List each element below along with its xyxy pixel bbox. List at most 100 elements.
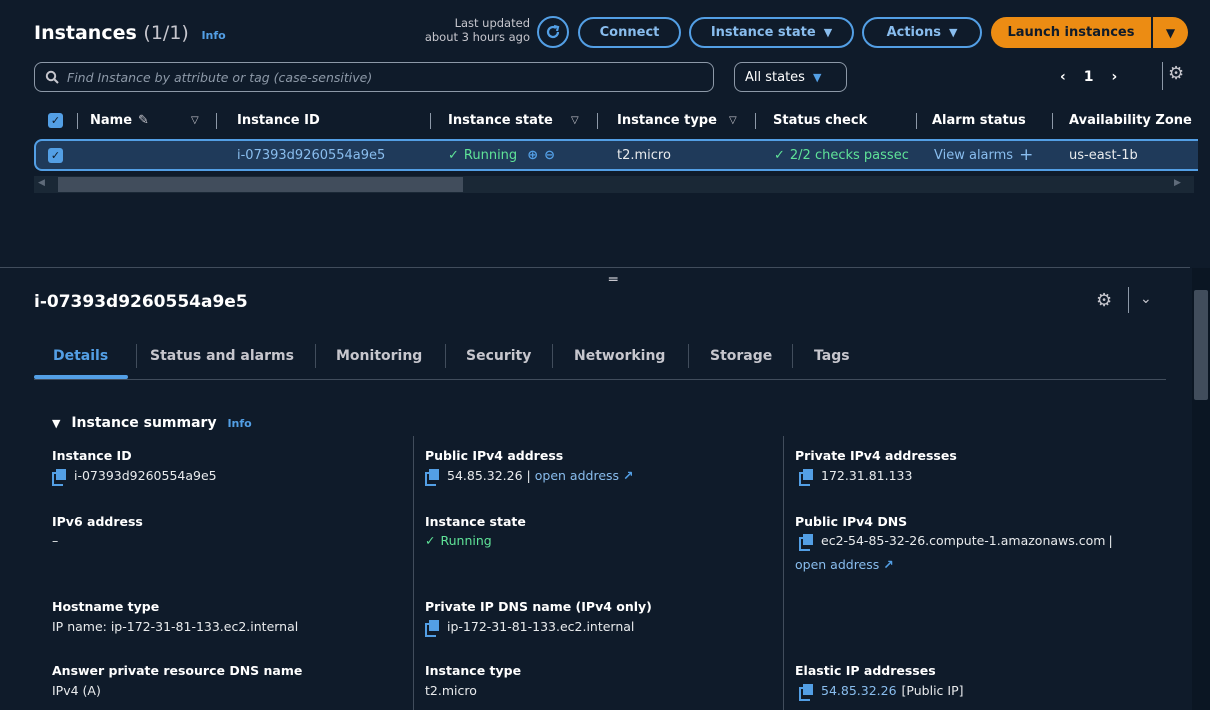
copy-icon[interactable] bbox=[799, 533, 813, 551]
info-link[interactable]: Info bbox=[201, 29, 225, 42]
table-header: ✓ Name ✎ ▽ Instance ID Instance state ▽ … bbox=[34, 107, 1194, 134]
instance-id-link[interactable]: i-07393d9260554a9e5 bbox=[237, 141, 385, 169]
tab-networking[interactable]: Networking bbox=[574, 338, 665, 374]
tab-tags[interactable]: Tags bbox=[814, 338, 850, 374]
tab-status-and-alarms[interactable]: Status and alarms bbox=[150, 338, 294, 374]
info-link[interactable]: Info bbox=[227, 417, 251, 430]
column-separator bbox=[216, 113, 217, 129]
settings-gear-icon[interactable]: ⚙ bbox=[1168, 63, 1184, 84]
tab-security[interactable]: Security bbox=[466, 338, 531, 374]
column-instance-state-label: Instance state bbox=[448, 113, 553, 128]
view-alarms-label: View alarms bbox=[934, 147, 1014, 163]
sort-icon[interactable]: ▽ bbox=[729, 107, 737, 134]
view-alarms-link[interactable]: View alarms + bbox=[934, 141, 1033, 169]
open-address-link[interactable]: open address bbox=[535, 468, 619, 483]
private-ipv4-value: 172.31.81.133 bbox=[821, 468, 913, 483]
launch-instances-button[interactable]: Launch instances bbox=[991, 17, 1151, 48]
tab-label: Details bbox=[53, 348, 109, 364]
external-link-icon[interactable]: ↗ bbox=[623, 468, 633, 483]
search-icon bbox=[45, 70, 59, 84]
copy-icon[interactable] bbox=[799, 468, 813, 486]
tab-monitoring[interactable]: Monitoring bbox=[336, 338, 422, 374]
public-dns-open-field: open address ↗ bbox=[795, 557, 894, 572]
instance-state-button[interactable]: Instance state ▼ bbox=[689, 17, 854, 48]
column-status-check[interactable]: Status check bbox=[773, 107, 867, 134]
open-address-link[interactable]: open address bbox=[795, 557, 879, 572]
copy-icon[interactable] bbox=[425, 468, 439, 486]
vertical-scrollbar-thumb[interactable] bbox=[1194, 290, 1208, 400]
public-ipv4-field: 54.85.32.26 | open address ↗ bbox=[425, 468, 634, 486]
copy-icon[interactable] bbox=[425, 619, 439, 637]
answer-dns-label: Answer private resource DNS name bbox=[52, 663, 303, 678]
instance-state-cell: ✓︎ Running ⊕ ⊖ bbox=[448, 141, 555, 169]
elastic-ip-link[interactable]: 54.85.32.26 bbox=[821, 683, 897, 698]
sort-icon[interactable]: ▽ bbox=[191, 107, 199, 134]
instance-state-value: Running bbox=[463, 147, 518, 163]
external-link-icon[interactable]: ↗ bbox=[883, 557, 893, 572]
last-updated: Last updated about 3 hours ago bbox=[424, 16, 530, 44]
search-bar[interactable] bbox=[34, 62, 714, 92]
sort-icon[interactable]: ▽ bbox=[571, 107, 579, 134]
column-name[interactable]: Name ✎ bbox=[90, 107, 149, 134]
public-dns-value: ec2-54-85-32-26.compute-1.amazonaws.com bbox=[821, 533, 1106, 548]
detail-title: i-07393d9260554a9e5 bbox=[34, 292, 248, 312]
select-all-checkbox[interactable]: ✓ bbox=[48, 107, 63, 134]
connect-label: Connect bbox=[599, 25, 660, 40]
column-instance-type[interactable]: Instance type bbox=[617, 107, 717, 134]
states-filter-select[interactable]: All states ▼ bbox=[734, 62, 847, 92]
private-dns-field: ip-172-31-81-133.ec2.internal bbox=[425, 619, 634, 637]
pagination: ‹ 1 › bbox=[1060, 66, 1160, 88]
copy-icon[interactable] bbox=[52, 468, 66, 486]
column-availability-zone[interactable]: Availability Zone bbox=[1069, 107, 1192, 134]
connect-button[interactable]: Connect bbox=[578, 17, 681, 48]
copy-icon[interactable] bbox=[799, 683, 813, 701]
refresh-button[interactable] bbox=[537, 16, 569, 48]
instance-state-label: Instance state bbox=[425, 514, 526, 529]
row-checkbox[interactable]: ✓ bbox=[48, 141, 63, 169]
actions-button[interactable]: Actions ▼ bbox=[862, 17, 982, 48]
status-check-value: 2/2 checks passec bbox=[789, 147, 909, 163]
caret-down-icon: ▼ bbox=[1165, 25, 1176, 40]
column-instance-state[interactable]: Instance state bbox=[448, 107, 553, 134]
refresh-icon bbox=[546, 24, 560, 39]
scroll-left-icon[interactable]: ◀ bbox=[38, 178, 45, 188]
zoom-out-icon[interactable]: ⊖ bbox=[544, 148, 555, 163]
instance-summary-header[interactable]: ▼ Instance summary Info bbox=[52, 415, 252, 431]
caret-down-icon: ▼ bbox=[948, 26, 958, 39]
launch-label: Launch instances bbox=[1007, 25, 1135, 40]
table-row[interactable]: ✓ i-07393d9260554a9e5 ✓︎ Running ⊕ ⊖ t2.… bbox=[34, 139, 1198, 171]
tab-details[interactable]: Details bbox=[53, 338, 108, 374]
instance-type-value: t2.micro bbox=[425, 683, 477, 698]
private-ipv4-label: Private IPv4 addresses bbox=[795, 448, 957, 463]
private-ipv4-field: 172.31.81.133 bbox=[799, 468, 913, 486]
check-circle-icon: ✓︎ bbox=[448, 147, 459, 163]
column-instance-type-label: Instance type bbox=[617, 113, 717, 128]
scroll-right-icon[interactable]: ▶ bbox=[1174, 178, 1181, 188]
tab-storage[interactable]: Storage bbox=[710, 338, 772, 374]
plus-icon: + bbox=[1019, 145, 1034, 165]
detail-tabs: Details Status and alarms Monitoring Sec… bbox=[34, 338, 1166, 380]
instance-id-field: i-07393d9260554a9e5 bbox=[52, 468, 217, 486]
page-number[interactable]: 1 bbox=[1084, 69, 1094, 85]
chevron-down-icon[interactable]: ⌄ bbox=[1140, 291, 1152, 307]
column-alarm-status[interactable]: Alarm status bbox=[932, 107, 1026, 134]
edit-pencil-icon: ✎ bbox=[138, 113, 149, 128]
column-divider bbox=[413, 436, 414, 710]
tab-separator bbox=[688, 344, 689, 368]
column-instance-id[interactable]: Instance ID bbox=[237, 107, 320, 134]
search-input[interactable] bbox=[67, 69, 713, 85]
settings-gear-icon[interactable]: ⚙ bbox=[1096, 290, 1112, 311]
scrollbar-thumb[interactable] bbox=[58, 177, 463, 192]
instance-id-value: i-07393d9260554a9e5 bbox=[74, 468, 217, 483]
launch-dropdown-button[interactable]: ▼ bbox=[1153, 17, 1188, 48]
tab-label: Networking bbox=[574, 348, 666, 364]
drag-handle-icon[interactable]: ═ bbox=[609, 272, 617, 288]
prev-page-icon[interactable]: ‹ bbox=[1060, 69, 1066, 85]
tab-separator bbox=[445, 344, 446, 368]
column-availability-zone-label: Availability Zone bbox=[1069, 113, 1192, 128]
next-page-icon[interactable]: › bbox=[1112, 69, 1118, 85]
status-check-cell: ✓︎ 2/2 checks passec bbox=[774, 141, 930, 169]
tab-separator bbox=[552, 344, 553, 368]
zoom-in-icon[interactable]: ⊕ bbox=[527, 148, 538, 163]
panel-splitter[interactable] bbox=[0, 267, 1190, 268]
